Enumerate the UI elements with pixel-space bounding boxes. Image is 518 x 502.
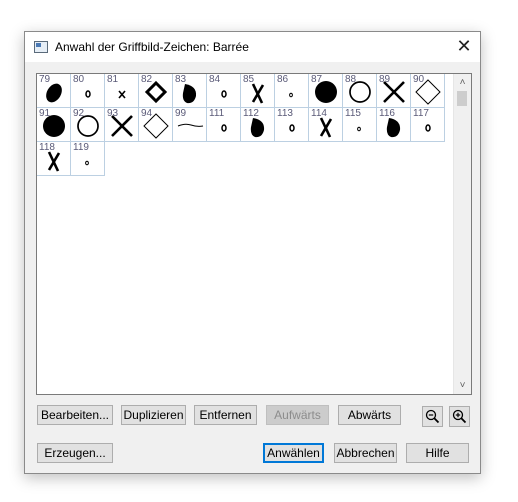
zoom-out-icon (425, 409, 440, 424)
symbol-grid-panel: 79 80 81 82 83 84 85 86 87 88 89 90 91 92 93 94 99 111 112… (36, 73, 472, 395)
symbol-number: 93 (107, 108, 119, 119)
symbol-number: 89 (379, 74, 391, 85)
symbol-number: 85 (243, 74, 255, 85)
symbol-number: 82 (141, 74, 153, 85)
help-button[interactable]: Hilfe (406, 443, 469, 463)
symbol-cell-79[interactable]: 79 (37, 74, 71, 108)
window-icon (34, 41, 48, 53)
symbol-number: 90 (413, 74, 425, 85)
move-down-button[interactable]: Abwärts (338, 405, 401, 425)
zoom-out-button[interactable] (422, 406, 443, 427)
symbol-cell-89[interactable]: 89 (377, 74, 411, 108)
close-button[interactable]: ✕ (448, 32, 480, 62)
symbol-number: 111 (209, 108, 225, 119)
move-up-button[interactable]: Aufwärts (266, 405, 329, 425)
symbol-number: 94 (141, 108, 153, 119)
symbol-cell-115[interactable]: 115 (343, 108, 377, 142)
symbol-cell-85[interactable]: 85 (241, 74, 275, 108)
symbol-number: 87 (311, 74, 323, 85)
symbol-cell-93[interactable]: 93 (105, 108, 139, 142)
scroll-down-arrow[interactable]: ˅ (454, 377, 471, 394)
symbol-number: 117 (413, 108, 429, 119)
symbol-number: 86 (277, 74, 289, 85)
symbol-cell-119[interactable]: 119 (71, 142, 105, 176)
create-button[interactable]: Erzeugen... (37, 443, 113, 463)
symbol-cell-114[interactable]: 114 (309, 108, 343, 142)
symbol-cell-86[interactable]: 86 (275, 74, 309, 108)
symbol-selection-dialog: Anwahl der Griffbild-Zeichen: Barrée ✕ 7… (24, 31, 481, 474)
symbol-cell-80[interactable]: 80 (71, 74, 105, 108)
select-button[interactable]: Anwählen (263, 443, 324, 463)
symbol-number: 91 (39, 108, 51, 119)
symbol-number: 112 (243, 108, 259, 119)
zoom-in-icon (452, 409, 467, 424)
symbol-number: 81 (107, 74, 119, 85)
scroll-thumb[interactable] (457, 91, 467, 106)
symbol-cell-84[interactable]: 84 (207, 74, 241, 108)
dialog-title: Anwahl der Griffbild-Zeichen: Barrée (55, 40, 249, 54)
duplicate-button[interactable]: Duplizieren (121, 405, 186, 425)
symbol-number: 113 (277, 108, 293, 119)
symbol-cell-82[interactable]: 82 (139, 74, 173, 108)
symbol-cell-99[interactable]: 99 (173, 108, 207, 142)
symbol-number: 116 (379, 108, 395, 119)
symbol-number: 114 (311, 108, 327, 119)
symbol-cell-91[interactable]: 91 (37, 108, 71, 142)
symbol-cell-94[interactable]: 94 (139, 108, 173, 142)
symbol-cell-117[interactable]: 117 (411, 108, 445, 142)
cancel-button[interactable]: Abbrechen (334, 443, 397, 463)
symbol-number: 83 (175, 74, 187, 85)
symbol-cell-92[interactable]: 92 (71, 108, 105, 142)
zoom-in-button[interactable] (449, 406, 470, 427)
symbol-cell-90[interactable]: 90 (411, 74, 445, 108)
symbol-number: 99 (175, 108, 187, 119)
symbol-cell-83[interactable]: 83 (173, 74, 207, 108)
title-bar: Anwahl der Griffbild-Zeichen: Barrée ✕ (25, 32, 480, 62)
symbol-cell-112[interactable]: 112 (241, 108, 275, 142)
scroll-up-arrow[interactable]: ˄ (454, 74, 471, 91)
symbol-number: 118 (39, 142, 55, 153)
symbol-number: 119 (73, 142, 89, 153)
symbol-number: 115 (345, 108, 361, 119)
symbol-number: 79 (39, 74, 51, 85)
symbol-number: 80 (73, 74, 85, 85)
symbol-cell-111[interactable]: 111 (207, 108, 241, 142)
symbol-number: 84 (209, 74, 221, 85)
symbol-cell-113[interactable]: 113 (275, 108, 309, 142)
symbol-number: 88 (345, 74, 357, 85)
symbol-cell-118[interactable]: 118 (37, 142, 71, 176)
edit-button[interactable]: Bearbeiten... (37, 405, 113, 425)
symbol-cell-87[interactable]: 87 (309, 74, 343, 108)
symbol-cell-88[interactable]: 88 (343, 74, 377, 108)
symbol-cell-81[interactable]: 81 (105, 74, 139, 108)
symbol-cell-116[interactable]: 116 (377, 108, 411, 142)
symbol-number: 92 (73, 108, 85, 119)
remove-button[interactable]: Entfernen (194, 405, 257, 425)
vertical-scrollbar[interactable]: ˄ ˅ (453, 74, 471, 394)
